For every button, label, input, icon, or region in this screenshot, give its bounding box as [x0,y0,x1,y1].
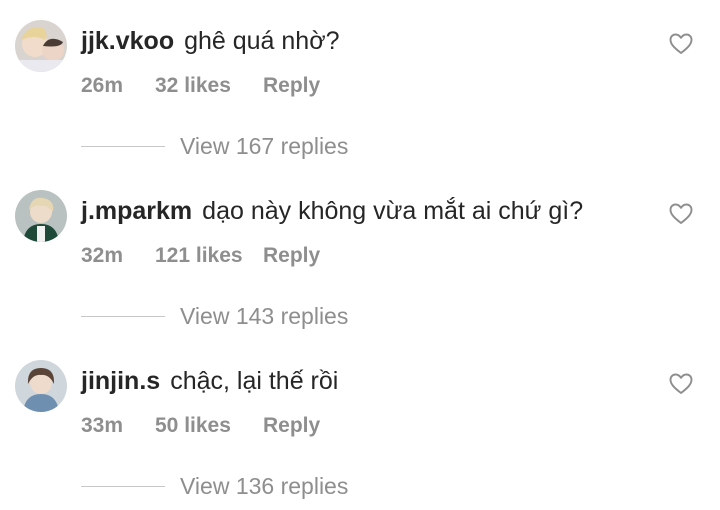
username[interactable]: j.mparkm [81,197,192,225]
view-replies-button[interactable]: View 167 replies [81,130,348,162]
reply-button[interactable]: Reply [263,72,320,100]
comment-item: j.mparkm dạo này không vừa mắt ai chứ gì?… [0,170,720,340]
avatar[interactable] [15,360,67,412]
view-replies-button[interactable]: View 136 replies [81,470,348,502]
reply-button[interactable]: Reply [263,242,320,270]
heart-outline-icon[interactable] [669,373,693,395]
avatar[interactable] [15,190,67,242]
heart-outline-icon[interactable] [669,33,693,55]
replies-divider [81,315,165,317]
replies-divider [81,485,165,487]
likes-count[interactable]: 121 likes [155,242,263,270]
comment-item: jjk.vkoo ghê quá nhờ? 26m 32 likes Reply Vi… [0,0,720,170]
username[interactable]: jinjin.s [81,367,160,395]
username[interactable]: jjk.vkoo [81,27,174,55]
comment-time: 32m [81,244,124,267]
likes-count[interactable]: 50 likes [155,412,263,440]
comment-text: dạo này không vừa mắt ai chứ gì? [202,197,584,225]
comment-time: 26m [81,74,124,97]
reply-button[interactable]: Reply [263,412,320,440]
replies-divider [81,145,165,147]
view-replies-label: View 143 replies [180,302,349,329]
view-replies-label: View 167 replies [180,132,349,159]
comment-time: 33m [81,414,124,437]
view-replies-label: View 136 replies [180,472,349,499]
comment-text: ghê quá nhờ? [184,27,340,55]
comment-item: jinjin.s chậc, lại thế rồi 33m 50 likes Rep… [0,340,720,510]
view-replies-button[interactable]: View 143 replies [81,300,348,332]
heart-outline-icon[interactable] [669,203,693,225]
likes-count[interactable]: 32 likes [155,72,263,100]
comment-text: chậc, lại thế rồi [170,367,339,395]
avatar[interactable] [15,20,67,72]
